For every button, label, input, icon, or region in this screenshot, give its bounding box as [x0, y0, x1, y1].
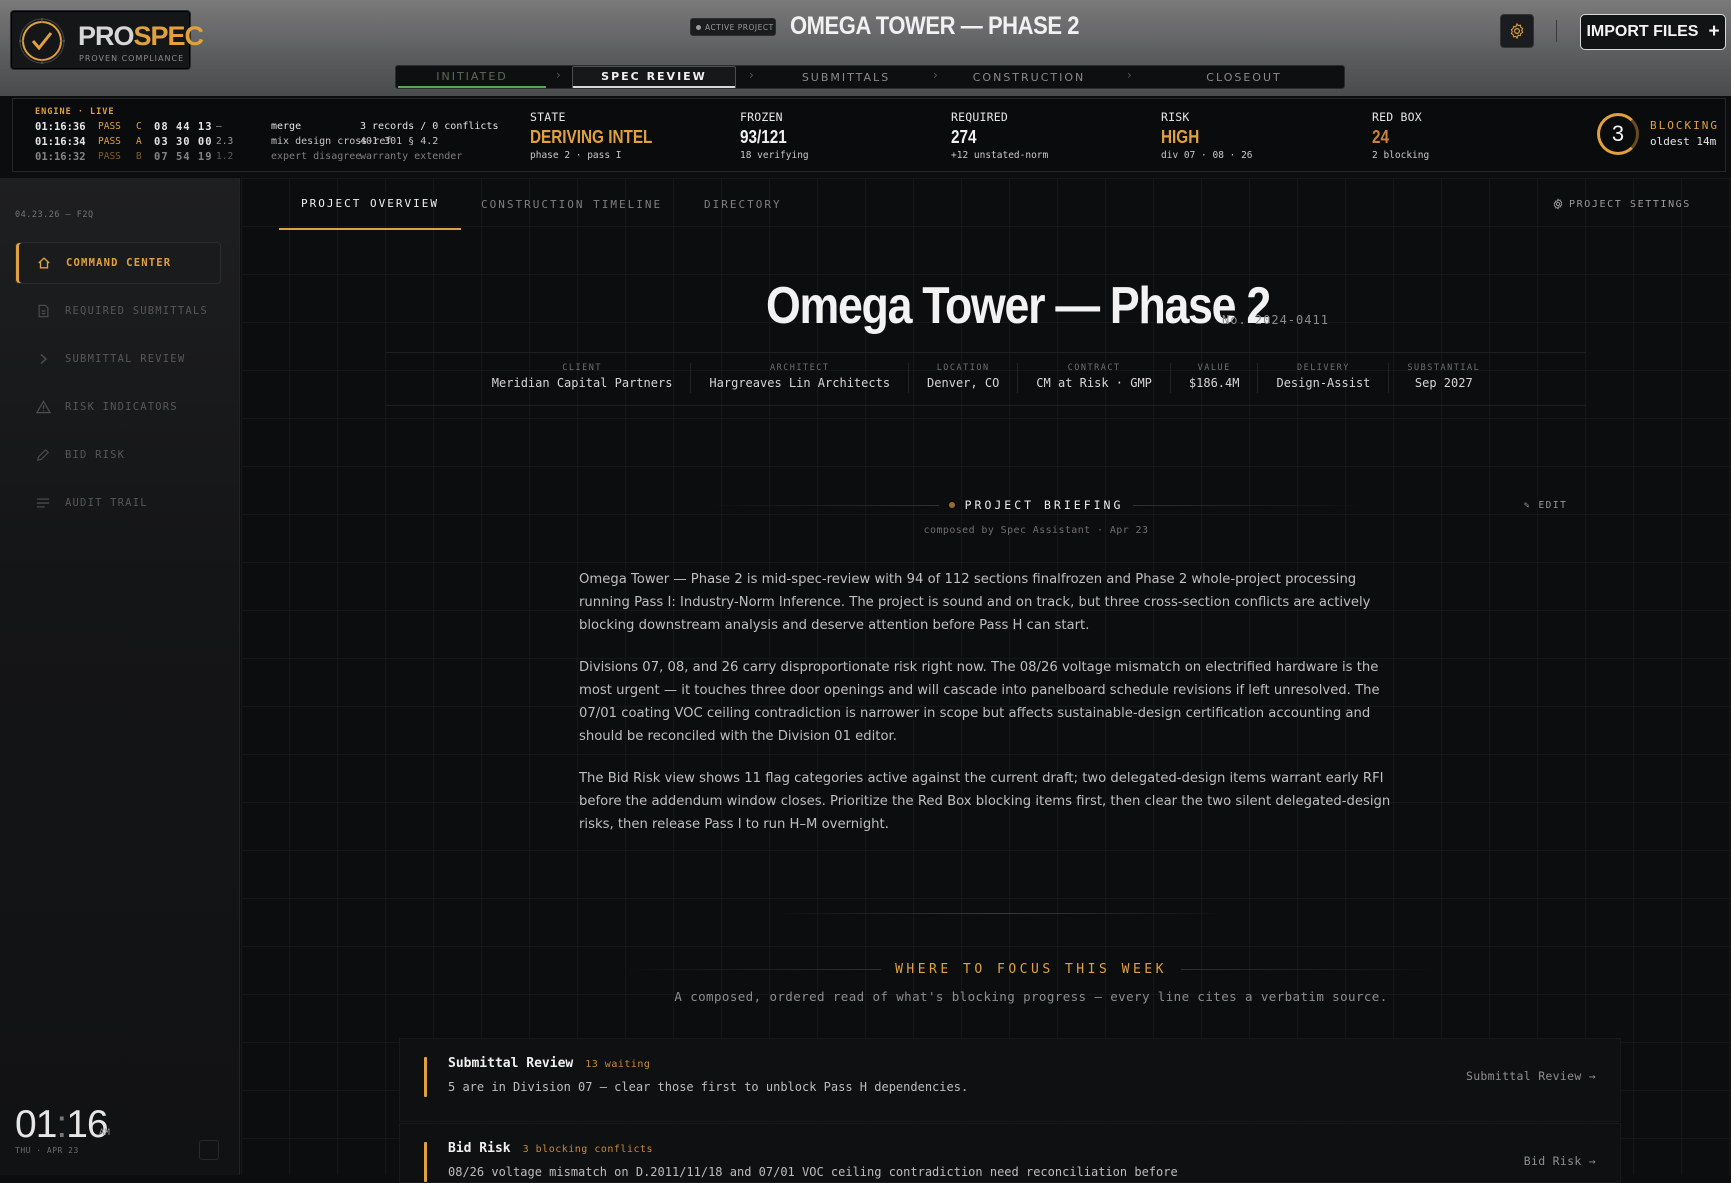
brand-tagline: PROVEN COMPLIANCE — [79, 54, 185, 63]
sidebar-item-required-submittals[interactable]: REQUIRED SUBMITTALS — [15, 290, 221, 332]
briefing-byline: composed by Spec Assistant · Apr 23 — [923, 525, 1149, 536]
divider — [621, 969, 882, 970]
top-bar: PROSPEC PROVEN COMPLIANCE ACTIVE PROJECT… — [0, 0, 1731, 96]
stat-state: STATE DERIVING INTEL phase 2 · pass I — [530, 110, 653, 161]
tab-construction-timeline[interactable]: CONSTRUCTION TIMELINE — [481, 178, 662, 230]
focus-card-bid-risk[interactable]: Bid Risk 3 blocking conflicts 08/26 volta… — [399, 1123, 1621, 1183]
briefing-title: PROJECT BRIEFING — [964, 498, 1124, 512]
project-heading: Omega Tower — Phase 2 — [766, 277, 1271, 335]
stat-red-box: RED BOX 24 2 blocking — [1372, 110, 1430, 161]
chevron-right-icon — [33, 353, 53, 365]
engine-log-row: 01:16:34 PASS A 03 30 00 2.3 — [35, 136, 234, 148]
blocking-label: BLOCKING — [1650, 119, 1719, 132]
meta-architect: ARCHITECT Hargreaves Lin Architects — [691, 363, 910, 393]
section-divider — [776, 913, 1226, 914]
warning-icon — [33, 400, 53, 414]
pencil-icon — [33, 448, 53, 462]
active-project-badge: ACTIVE PROJECT — [690, 18, 776, 36]
status-dot-icon — [948, 502, 955, 508]
sidebar-item-audit-trail[interactable]: AUDIT TRAIL — [15, 482, 221, 524]
chevron-right-icon: › — [1127, 68, 1132, 82]
blocking-indicator[interactable]: 3 BLOCKING oldest 14m — [1582, 105, 1722, 165]
stage-pipeline: INITIATED › SPEC REVIEW › SUBMITTALS › C… — [395, 65, 1345, 89]
tab-project-overview[interactable]: PROJECT OVERVIEW — [279, 178, 461, 230]
focus-subtitle: A composed, ordered read of what's block… — [674, 989, 1388, 1004]
accent-bar — [424, 1142, 427, 1182]
stage-spec-review[interactable]: SPEC REVIEW — [572, 66, 736, 88]
pencil-icon: ✎ — [1524, 500, 1539, 511]
briefing-body: Omega Tower — Phase 2 is mid-spec-review… — [579, 568, 1399, 855]
briefing-paragraph: Divisions 07, 08, and 26 carry dispropor… — [579, 660, 1380, 744]
briefing-paragraph: Omega Tower — Phase 2 is mid-spec-review… — [579, 572, 1371, 633]
divider — [706, 504, 939, 506]
project-settings-button[interactable]: PROJECT SETTINGS — [1552, 198, 1691, 210]
status-dot-icon — [696, 24, 701, 30]
blocking-oldest: oldest 14m — [1650, 135, 1717, 148]
blocking-count: 3 — [1597, 113, 1639, 155]
settings-button[interactable] — [1500, 14, 1534, 48]
chevron-right-icon: › — [749, 68, 754, 82]
stat-required: REQUIRED 274 +12 unstated-norm — [951, 110, 1049, 161]
focus-title: WHERE TO FOCUS THIS WEEK — [895, 962, 1167, 977]
checkmark-emblem-icon — [19, 18, 65, 64]
sidebar-item-submittal-review[interactable]: SUBMITTAL REVIEW — [15, 338, 221, 380]
stage-initiated[interactable]: INITIATED — [398, 66, 546, 88]
meta-contract: CONTRACT CM at Risk · GMP — [1018, 363, 1171, 393]
chevron-right-icon: › — [933, 68, 938, 82]
stage-submittals[interactable]: SUBMITTALS — [766, 66, 926, 88]
engine-status-strip: ENGINE · LIVE 01:16:36 PASS C 08 44 13— 01:… — [12, 98, 1726, 172]
list-icon — [33, 497, 53, 509]
clock-date: THU · APR 23 — [15, 1146, 79, 1155]
accent-bar — [424, 1057, 427, 1097]
clock: 01:16 — [15, 1103, 109, 1146]
submittal-review-link[interactable]: Submittal Review → — [1466, 1069, 1596, 1083]
brand-name: PROSPEC — [78, 21, 204, 51]
header-divider — [1556, 20, 1557, 42]
bid-risk-link[interactable]: Bid Risk → — [1524, 1154, 1596, 1168]
gear-icon — [1553, 198, 1563, 210]
stat-risk: RISK HIGH div 07 · 08 · 26 — [1161, 110, 1253, 161]
chevron-right-icon: › — [556, 68, 561, 82]
focus-header: WHERE TO FOCUS THIS WEEK — [561, 962, 1501, 977]
engine-records-column: 3 records / 0 conflicts 401 301 § 4.2 wa… — [360, 121, 499, 162]
engine-log-row: 01:16:36 PASS C 08 44 13— — [35, 121, 222, 133]
plus-icon: + — [1708, 21, 1720, 42]
import-files-button[interactable]: IMPORT FILES + — [1580, 14, 1726, 50]
sidebar-item-risk-indicators[interactable]: RISK INDICATORS — [15, 386, 221, 428]
meta-delivery: DELIVERY Design-Assist — [1258, 363, 1390, 393]
sidebar: 04.23.26 — F2Q COMMAND CENTER REQUIRED S… — [0, 178, 240, 1175]
sidebar-date: 04.23.26 — F2Q — [15, 210, 94, 220]
sidebar-item-command-center[interactable]: COMMAND CENTER — [15, 242, 221, 284]
home-icon — [34, 256, 54, 270]
collapse-sidebar-icon[interactable] — [199, 1140, 219, 1160]
meta-location: LOCATION Denver, CO — [909, 363, 1019, 393]
meta-value: VALUE $186.4M — [1171, 363, 1259, 393]
meta-substantial: SUBSTANTIAL Sep 2027 — [1407, 363, 1481, 390]
divider — [1133, 504, 1366, 506]
stat-frozen: FROZEN 93/121 18 verifying — [740, 110, 809, 161]
project-number: No. 2024-0411 — [1222, 313, 1329, 327]
stage-construction[interactable]: CONSTRUCTION — [949, 66, 1109, 88]
focus-card-submittal-review[interactable]: Submittal Review 13 waiting 5 are in Divi… — [399, 1038, 1621, 1122]
engine-label: ENGINE · LIVE — [35, 107, 115, 117]
divider — [1180, 969, 1441, 970]
stage-closeout[interactable]: CLOSEOUT — [1146, 66, 1342, 88]
document-icon — [33, 304, 53, 318]
engine-log-row: 01:16:32 PASS B 07 54 19 1.2 — [35, 151, 234, 163]
project-title: OMEGA TOWER — PHASE 2 — [790, 12, 1080, 40]
clock-ampm: AM — [99, 1128, 110, 1138]
meta-client: CLIENT Meridian Capital Partners — [474, 363, 692, 393]
project-meta-row: CLIENT Meridian Capital Partners ARCHITEC… — [386, 352, 1586, 406]
tab-directory[interactable]: DIRECTORY — [704, 178, 782, 230]
gear-icon — [1510, 22, 1524, 40]
edit-briefing-button[interactable]: ✎ EDIT — [1524, 500, 1567, 511]
logo[interactable]: PROSPEC PROVEN COMPLIANCE — [10, 10, 204, 70]
main-content: PROJECT OVERVIEW CONSTRUCTION TIMELINE D… — [241, 178, 1731, 1183]
briefing-header: PROJECT BRIEFING — [706, 498, 1366, 512]
sidebar-item-bid-risk[interactable]: BID RISK — [15, 434, 221, 476]
briefing-paragraph: The Bid Risk view shows 11 flag categori… — [579, 771, 1391, 832]
